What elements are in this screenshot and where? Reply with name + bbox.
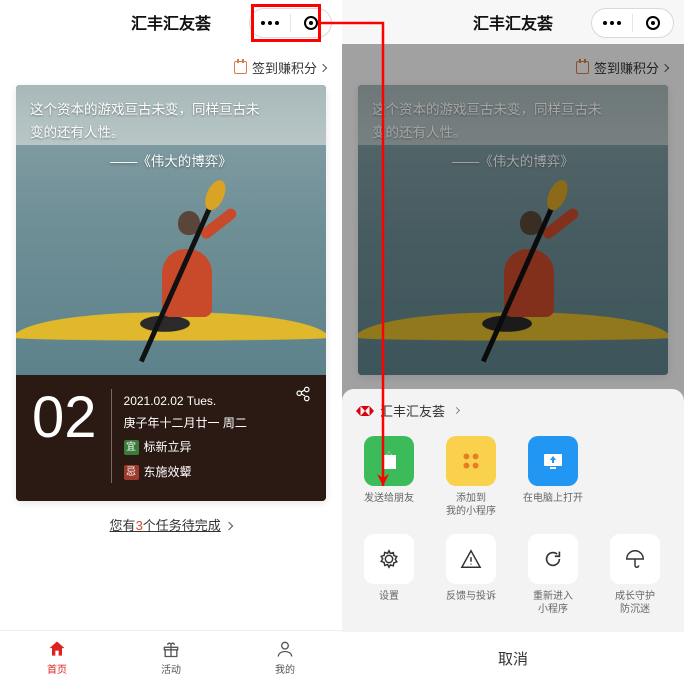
gear-icon: [364, 534, 414, 584]
action-row-1: 发送给朋友 添加到 我的小程序 在电脑上打开: [342, 432, 684, 528]
calendar-icon: [234, 61, 247, 74]
quote-text: 这个资本的游戏亘古未变，同样亘古未 变的还有人性。 ——《伟大的博弈》: [30, 99, 312, 174]
action-add-miniprogram[interactable]: 添加到 我的小程序: [434, 436, 508, 518]
tab-mine[interactable]: 我的: [228, 631, 342, 684]
date-full: 2021.02.02 Tues.: [124, 391, 247, 413]
hsbc-logo-icon: [356, 402, 374, 420]
warning-icon: [446, 534, 496, 584]
umbrella-icon: [610, 534, 660, 584]
signin-label: 签到赚积分: [252, 58, 317, 77]
home-icon: [47, 639, 67, 659]
sheet-title-link[interactable]: 汇丰汇友荟: [342, 389, 684, 432]
day-number: 02: [32, 389, 97, 483]
monitor-icon: [528, 436, 578, 486]
more-button[interactable]: [250, 8, 290, 38]
share-icon: [294, 385, 312, 403]
action-restart[interactable]: 重新进入 小程序: [516, 534, 590, 616]
cancel-button[interactable]: 取消: [342, 632, 684, 684]
signin-link[interactable]: 签到赚积分: [0, 44, 342, 85]
action-feedback[interactable]: 反馈与投诉: [434, 534, 508, 616]
yi-tag: 宜: [124, 440, 139, 455]
phone-left: 汇丰汇友荟 签到赚积分 这个资本的游戏亘古未变，同样亘古未 变的还: [0, 0, 342, 684]
action-settings[interactable]: 设置: [352, 534, 426, 616]
action-send-to-friend[interactable]: 发送给朋友: [352, 436, 426, 518]
app-title: 汇丰汇友荟: [131, 10, 211, 34]
more-button[interactable]: [592, 8, 632, 38]
task-link[interactable]: 您有3个任务待完成: [16, 501, 326, 544]
share-button[interactable]: [294, 385, 312, 408]
tab-bar: 首页 活动 我的: [0, 630, 342, 684]
hero-image: 这个资本的游戏亘古未变，同样亘古未 变的还有人性。 ——《伟大的博弈》: [16, 85, 326, 375]
target-icon: [646, 16, 660, 30]
target-icon: [304, 16, 318, 30]
date-lunar: 庚子年十二月廿一 周二: [124, 413, 247, 435]
ji-tag: 忌: [124, 465, 139, 480]
topbar: 汇丰汇友荟: [0, 0, 342, 44]
refresh-icon: [528, 534, 578, 584]
capsule: [591, 8, 674, 38]
action-open-on-pc[interactable]: 在电脑上打开: [516, 436, 590, 518]
card-container: 这个资本的游戏亘古未变，同样亘古未 变的还有人性。 ——《伟大的博弈》 02 2…: [0, 85, 342, 630]
phone-right: 汇丰汇友荟 签到赚积分: [342, 0, 684, 684]
close-button[interactable]: [291, 8, 331, 38]
hero-card[interactable]: 这个资本的游戏亘古未变，同样亘古未 变的还有人性。 ——《伟大的博弈》 02 2…: [16, 85, 326, 501]
user-icon: [275, 639, 295, 659]
capsule: [249, 8, 332, 38]
chevron-right-icon: [225, 522, 233, 530]
date-bar: 02 2021.02.02 Tues. 庚子年十二月廿一 周二 宜标新立异 忌东…: [16, 375, 326, 501]
tab-activity[interactable]: 活动: [114, 631, 228, 684]
gift-icon: [161, 639, 181, 659]
send-icon: [364, 436, 414, 486]
close-button[interactable]: [633, 8, 673, 38]
app-title: 汇丰汇友荟: [473, 10, 553, 34]
action-guardian[interactable]: 成长守护 防沉迷: [598, 534, 672, 616]
action-row-2: 设置 反馈与投诉 重新进入 小程序: [342, 528, 684, 626]
chevron-right-icon: [453, 407, 460, 414]
chevron-right-icon: [319, 63, 327, 71]
tab-home[interactable]: 首页: [0, 631, 114, 684]
more-icon: [603, 21, 621, 25]
action-sheet: 汇丰汇友荟 发送给朋友 添加到 我的小程序: [342, 389, 684, 684]
topbar: 汇丰汇友荟: [342, 0, 684, 44]
grid-icon: [446, 436, 496, 486]
more-icon: [261, 21, 279, 25]
